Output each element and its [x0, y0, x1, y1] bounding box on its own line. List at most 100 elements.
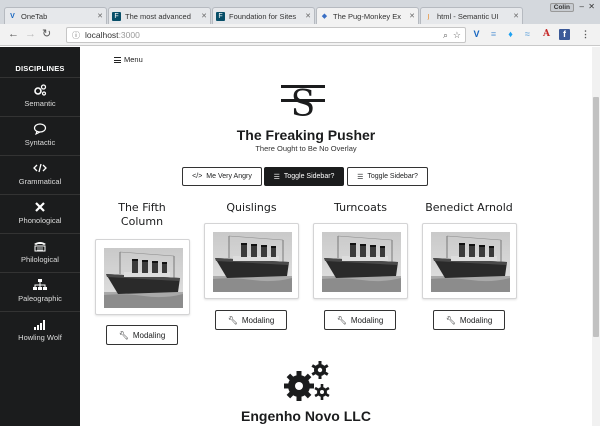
brand-logo-mark: S — [281, 84, 325, 125]
minimize-icon[interactable]: – — [580, 2, 584, 11]
kebab-menu-icon[interactable]: ⋮ — [580, 29, 591, 40]
browser-tab-onetab[interactable]: V OneTab ✕ — [4, 7, 107, 24]
hamburger-icon — [114, 57, 121, 64]
page-title: The Freaking Pusher — [236, 127, 376, 143]
toggle-sidebar-button-secondary[interactable]: ☰ Toggle Sidebar? — [347, 167, 428, 186]
card-title: Quislings — [226, 201, 277, 214]
sidebar-item-phonological[interactable]: Phonological — [0, 194, 80, 232]
sidebar-item-paleographic[interactable]: Paleographic — [0, 272, 80, 310]
foundation-icon: F — [112, 11, 121, 21]
onetab-extension-icon[interactable]: V — [471, 29, 482, 40]
ship-card[interactable] — [95, 239, 190, 315]
tty-icon — [33, 240, 47, 252]
button-label: Me Very Angry — [206, 173, 252, 180]
foundation-icon: F — [216, 11, 225, 21]
extension-icon[interactable]: ≈ — [522, 29, 533, 40]
sidebar-item-label: Syntactic — [24, 138, 56, 147]
card-title-line: The Fifth — [118, 201, 166, 214]
card-title: The Fifth Column — [98, 201, 186, 229]
browser-tab-advanced[interactable]: F The most advanced ✕ — [108, 7, 211, 24]
forward-icon[interactable]: → — [25, 28, 36, 40]
info-icon[interactable]: ⓘ — [72, 29, 80, 43]
me-very-angry-button[interactable]: </> Me Very Angry — [182, 167, 262, 186]
close-icon[interactable]: ✕ — [409, 12, 415, 20]
logo-letter: S — [291, 84, 316, 122]
comment-icon — [33, 123, 47, 136]
company-name: Engenho Novo LLC — [241, 408, 371, 424]
bookmark-star-icon[interactable]: ☆ — [453, 28, 461, 42]
modaling-button[interactable]: 🔧︎ Modaling — [106, 325, 178, 345]
modaling-button[interactable]: 🔧︎ Modaling — [215, 310, 287, 330]
sidebar-heading: DISCIPLINES — [15, 64, 65, 73]
sitemap-icon — [33, 279, 47, 291]
browser-tab-pug-monkey[interactable]: ◆ The Pug-Monkey Ex ✕ — [316, 7, 419, 24]
ship-card[interactable] — [313, 223, 408, 299]
sidebar-item-label: Grammatical — [18, 177, 62, 186]
tab-label: The Pug-Monkey Ex — [333, 11, 401, 21]
url-host: localhost — [85, 30, 119, 40]
scrollbar-thumb[interactable] — [593, 97, 599, 337]
close-icon[interactable]: ✕ — [305, 12, 311, 20]
stackoverflow-icon: ȷ — [427, 12, 430, 20]
tab-label: OneTab — [21, 11, 48, 21]
sidebar-item-syntactic[interactable]: Syntactic — [0, 116, 80, 154]
address-bar[interactable]: ⓘ localhost:3000 ⌕ ☆ — [66, 27, 466, 43]
code-icon — [33, 162, 47, 174]
ship-card[interactable] — [422, 223, 517, 299]
browser-toolbar: ← → ↻ ⓘ localhost:3000 ⌕ ☆ V ≡ ♦ ≈ A f ⋮ — [0, 24, 600, 46]
modaling-button[interactable]: 🔧︎ Modaling — [433, 310, 505, 330]
sidebar-item-label: Paleographic — [18, 294, 62, 303]
wrench-icon: 🔧︎ — [336, 315, 347, 325]
button-label: Toggle Sidebar? — [367, 173, 418, 180]
ship-photo — [322, 232, 401, 292]
toggle-sidebar-button[interactable]: ☰ Toggle Sidebar? — [264, 167, 344, 186]
signal-icon — [33, 318, 47, 330]
browser-tab-foundation[interactable]: F Foundation for Sites ✕ — [212, 7, 315, 24]
x-icon — [33, 201, 47, 213]
sidebar-item-semantic[interactable]: Semantic — [0, 77, 80, 115]
page-scrollbar[interactable] — [592, 47, 600, 426]
card-title: Benedict Arnold — [425, 201, 513, 214]
tab-label: html - Semantic UI — [437, 11, 499, 21]
close-icon[interactable]: ✕ — [97, 12, 103, 20]
hamburger-icon: ☰ — [273, 173, 280, 181]
sidebar-item-grammatical[interactable]: Grammatical — [0, 155, 80, 193]
onetab-icon: V — [10, 12, 15, 20]
sidebar-item-philological[interactable]: Philological — [0, 233, 80, 271]
close-icon[interactable]: ✕ — [201, 12, 207, 20]
sidebar-item-label: Howling Wolf — [18, 333, 62, 342]
button-label: Modaling — [132, 330, 166, 340]
menu-label: Menu — [124, 55, 143, 64]
tab-label: Foundation for Sites — [229, 11, 297, 21]
pug-icon: ◆ — [321, 13, 328, 20]
button-label: Modaling — [241, 315, 275, 325]
close-window-icon[interactable]: ✕ — [588, 2, 595, 11]
brand-logo: S — [281, 82, 325, 125]
wrench-icon: 🔧︎ — [445, 315, 456, 325]
sidebar-item-label: Semantic — [24, 99, 56, 108]
back-icon[interactable]: ← — [8, 28, 19, 40]
profile-badge[interactable]: Colin — [549, 3, 574, 12]
hamburger-icon: ☰ — [357, 173, 364, 181]
tab-strip: V OneTab ✕ F The most advanced ✕ F Found… — [0, 0, 600, 24]
button-label: Toggle Sidebar? — [283, 173, 335, 180]
extension-icon[interactable]: ≡ — [488, 29, 499, 40]
browser-tab-semantic-ui[interactable]: ȷ html - Semantic UI ✕ — [420, 7, 523, 24]
close-icon[interactable]: ✕ — [513, 12, 519, 20]
cogs-icon — [33, 84, 47, 96]
card-title: Turncoats — [334, 201, 387, 214]
reload-icon[interactable]: ↻ — [42, 28, 51, 40]
search-icon[interactable]: ⌕ — [443, 28, 448, 42]
tab-label: The most advanced — [125, 11, 191, 21]
twitter-icon[interactable]: ♦ — [505, 29, 516, 40]
ship-card[interactable] — [204, 223, 299, 299]
facebook-icon[interactable]: f — [559, 29, 570, 40]
wrench-icon: 🔧︎ — [227, 315, 238, 325]
card-title-line: Column — [120, 215, 164, 228]
url-port: :3000 — [118, 30, 140, 40]
menu-button[interactable]: Menu — [114, 55, 143, 64]
modaling-button[interactable]: 🔧︎ Modaling — [324, 310, 396, 330]
sidebar-item-howling-wolf[interactable]: Howling Wolf — [0, 311, 80, 349]
font-extension-icon[interactable]: A — [541, 29, 552, 40]
sidebar-item-label: Philological — [21, 255, 59, 264]
